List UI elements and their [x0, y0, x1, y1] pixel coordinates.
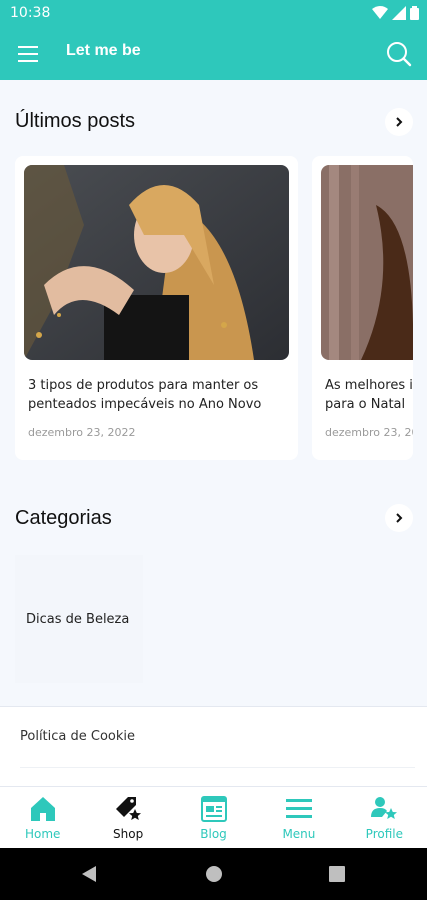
- blog-icon: [200, 796, 227, 822]
- profile-icon: [371, 797, 398, 819]
- nav-label: Profile: [365, 827, 403, 841]
- post-image: [24, 165, 289, 360]
- category-label: Dicas de Beleza: [26, 612, 130, 627]
- status-icons: [372, 6, 419, 20]
- bottom-nav: Home Shop Blog Menu Profile: [0, 786, 427, 848]
- cookie-policy-link[interactable]: Política de Cookie: [20, 729, 135, 744]
- category-card[interactable]: Dicas de Beleza: [15, 555, 143, 683]
- latest-posts-title: Últimos posts: [15, 110, 136, 132]
- menu-icon: [285, 799, 312, 818]
- chevron-right-icon: [396, 513, 403, 523]
- nav-label: Menu: [282, 827, 316, 841]
- nav-label: Shop: [113, 827, 144, 841]
- home-icon: [30, 797, 55, 821]
- recents-icon: [329, 866, 345, 882]
- post-card[interactable]: 3 tipos de produtos para manter os pente…: [15, 156, 298, 460]
- shop-tag-icon: [116, 797, 142, 820]
- categories-more-button[interactable]: [385, 504, 413, 532]
- home-system-button[interactable]: [205, 865, 223, 887]
- menu-button[interactable]: [16, 42, 40, 66]
- signal-icon: [392, 6, 406, 20]
- chevron-right-icon: [396, 117, 403, 127]
- latest-posts-more-button[interactable]: [385, 108, 413, 136]
- status-time: 10:38: [10, 5, 51, 21]
- nav-profile[interactable]: Profile: [342, 787, 427, 848]
- nav-shop[interactable]: Shop: [85, 787, 170, 848]
- hamburger-icon: [18, 46, 38, 62]
- search-icon: [387, 42, 412, 67]
- app-title: Let me be: [66, 42, 141, 59]
- back-icon: [82, 866, 96, 882]
- categories-title: Categorias: [15, 507, 112, 529]
- divider: [20, 767, 415, 768]
- nav-blog[interactable]: Blog: [171, 787, 256, 848]
- battery-icon: [410, 6, 419, 20]
- post-date: dezembro 23, 20: [325, 426, 413, 439]
- nav-label: Home: [24, 827, 61, 841]
- back-button[interactable]: [80, 864, 98, 888]
- post-date: dezembro 23, 2022: [28, 426, 136, 439]
- system-nav-bar: [0, 848, 427, 900]
- status-bar: 10:38: [0, 0, 427, 28]
- app-bar: Let me be: [0, 28, 427, 80]
- nav-label: Blog: [200, 827, 227, 841]
- post-title: 3 tipos de produtos para manter os pente…: [28, 378, 262, 412]
- search-button[interactable]: [385, 40, 413, 68]
- post-card[interactable]: As melhores i para o Natal dezembro 23, …: [312, 156, 413, 460]
- home-circle-icon: [206, 866, 222, 882]
- wifi-icon: [372, 6, 388, 19]
- cookie-policy-row[interactable]: Política de Cookie: [0, 706, 427, 786]
- recents-button[interactable]: [328, 865, 346, 887]
- post-title: As melhores i para o Natal: [325, 378, 413, 412]
- nav-home[interactable]: Home: [0, 787, 85, 848]
- post-image: [321, 165, 413, 360]
- nav-menu[interactable]: Menu: [256, 787, 341, 848]
